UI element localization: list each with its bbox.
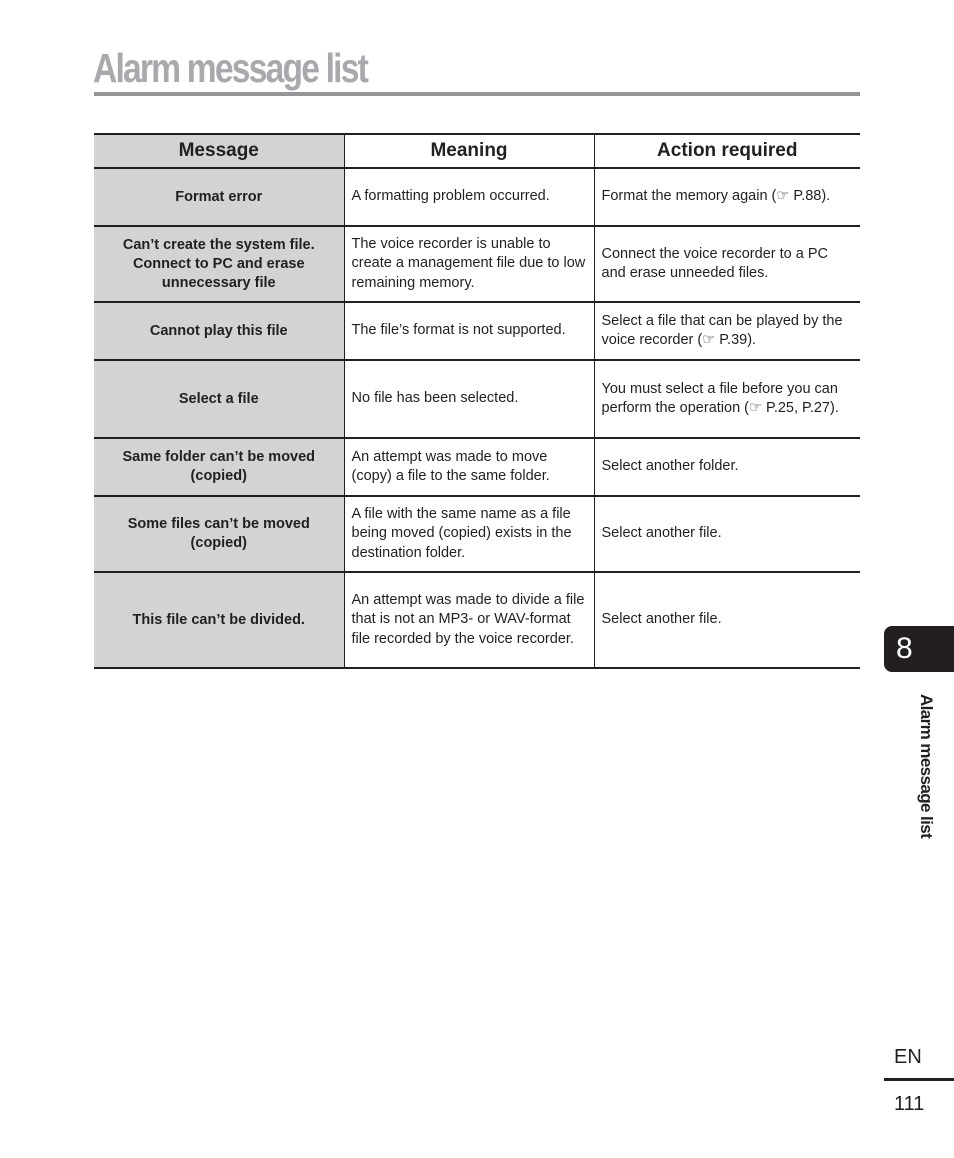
alarm-message-table: Message Meaning Action required Format e… [94, 133, 860, 669]
message-cell: This file can’t be divided. [94, 571, 345, 669]
title-underline [94, 92, 860, 96]
table-row: Format error A formatting problem occurr… [94, 167, 860, 227]
column-header-action: Action required [593, 133, 860, 169]
message-cell: Some files can’t be moved (copied) [94, 495, 345, 573]
action-cell: Select a file that can be played by the … [593, 301, 860, 361]
action-cell: Select another file. [593, 495, 860, 573]
chapter-number-tab: 8 [884, 626, 954, 672]
meaning-cell: An attempt was made to divide a file tha… [343, 571, 595, 669]
table-row: Some files can’t be moved (copied) A fil… [94, 495, 860, 573]
table-row: Can’t create the system file. Connect to… [94, 225, 860, 303]
action-cell: Connect the voice recorder to a PC and e… [593, 225, 860, 303]
meaning-cell: An attempt was made to move (copy) a fil… [343, 437, 595, 497]
message-cell: Format error [94, 167, 345, 227]
message-cell: Select a file [94, 359, 345, 439]
message-cell: Can’t create the system file. Connect to… [94, 225, 345, 303]
meaning-cell: The voice recorder is unable to create a… [343, 225, 595, 303]
action-cell: Select another folder. [593, 437, 860, 497]
language-label: EN [894, 1046, 922, 1068]
action-cell: Format the memory again (☞ P.88). [593, 167, 860, 227]
table-header-row: Message Meaning Action required [94, 133, 860, 169]
table-row: Select a file No file has been selected.… [94, 359, 860, 439]
meaning-cell: No file has been selected. [343, 359, 595, 439]
page-title: Alarm message list [93, 45, 369, 91]
chapter-side-label: Alarm message list [917, 694, 936, 839]
message-cell: Same folder can’t be moved (copied) [94, 437, 345, 497]
footer-divider [884, 1078, 954, 1081]
action-cell: You must select a file before you can pe… [593, 359, 860, 439]
column-header-message: Message [94, 133, 345, 169]
message-cell: Cannot play this file [94, 301, 345, 361]
meaning-cell: The file’s format is not supported. [343, 301, 595, 361]
table-row: Same folder can’t be moved (copied) An a… [94, 437, 860, 497]
table-row: This file can’t be divided. An attempt w… [94, 571, 860, 669]
column-header-meaning: Meaning [343, 133, 595, 169]
page-number: 111 [894, 1093, 925, 1115]
action-cell: Select another file. [593, 571, 860, 669]
table-row: Cannot play this file The file’s format … [94, 301, 860, 361]
meaning-cell: A formatting problem occurred. [343, 167, 595, 227]
meaning-cell: A file with the same name as a file bein… [343, 495, 595, 573]
